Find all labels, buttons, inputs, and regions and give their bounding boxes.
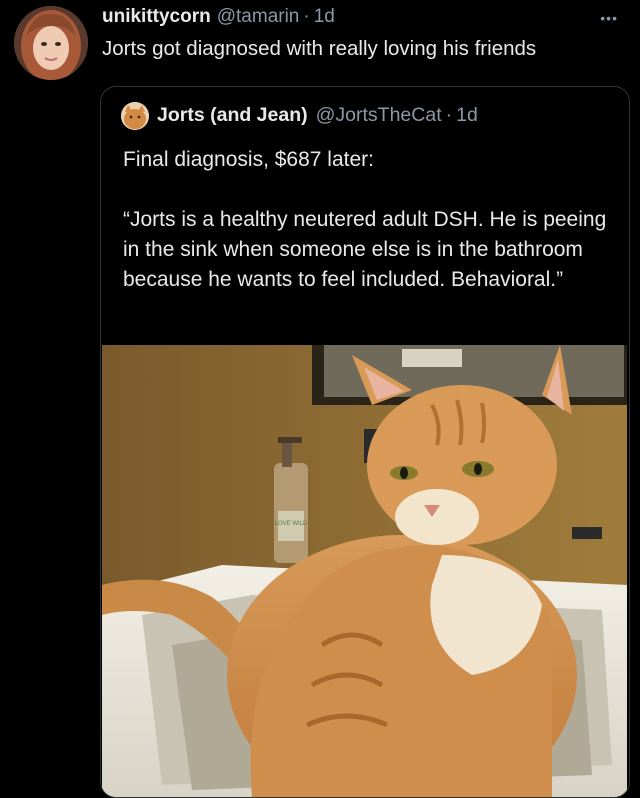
quoted-text-quote: “Jorts is a healthy neutered adult DSH. … — [123, 208, 607, 291]
more-horizontal-icon[interactable]: ••• — [600, 10, 618, 26]
cat-photo[interactable]: LOVE WILD — [102, 345, 627, 797]
display-name[interactable]: unikittycorn — [102, 6, 211, 28]
tweet-text: Jorts got diagnosed with really loving h… — [102, 37, 537, 60]
avatar[interactable] — [14, 6, 88, 80]
quoted-text-line1: Final diagnosis, $687 later: — [123, 148, 374, 171]
quoted-avatar[interactable] — [121, 102, 149, 130]
separator: · — [303, 6, 310, 27]
tweet-header: unikittycorn @tamarin · 1d — [102, 6, 335, 30]
soap-label: LOVE WILD — [275, 521, 308, 527]
quoted-separator: · — [445, 104, 453, 126]
user-handle[interactable]: @tamarin — [217, 6, 300, 28]
quoted-timestamp[interactable]: 1d — [456, 104, 478, 127]
quoted-header: Jorts (and Jean) @JortsTheCat · 1d — [157, 104, 478, 127]
quoted-text: Final diagnosis, $687 later: “Jorts is a… — [123, 145, 613, 295]
quoted-tweet[interactable]: Jorts (and Jean) @JortsTheCat · 1d Final… — [100, 86, 630, 798]
quoted-handle[interactable]: @JortsTheCat — [316, 104, 442, 127]
quoted-display-name[interactable]: Jorts (and Jean) — [157, 104, 308, 127]
tweet: unikittycorn @tamarin · 1d ••• Jorts got… — [0, 0, 640, 798]
timestamp[interactable]: 1d — [314, 6, 335, 28]
